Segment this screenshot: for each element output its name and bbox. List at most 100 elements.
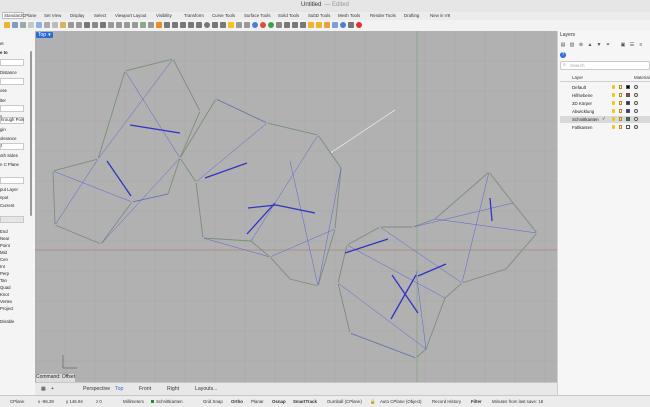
cut-icon[interactable] <box>44 22 50 28</box>
option-through-point[interactable]: hrough Poin <box>1 117 24 122</box>
polyline-icon[interactable] <box>188 22 194 28</box>
help-icon[interactable]: ? <box>560 52 566 58</box>
zoom-window-icon[interactable] <box>116 22 122 28</box>
tab-perspective[interactable]: Perspective <box>83 386 110 392</box>
tab-front[interactable]: Front <box>139 386 151 392</box>
osnap-point[interactable]: Point <box>0 243 10 248</box>
osnap-header[interactable] <box>0 216 24 223</box>
tab-right[interactable]: Right <box>167 386 179 392</box>
osnap-int[interactable]: Int <box>0 264 5 269</box>
redo-icon[interactable] <box>76 22 82 28</box>
planar-toggle[interactable]: Planar <box>251 399 264 404</box>
smarttrack-toggle[interactable]: SmartTrack <box>293 399 317 404</box>
lock-icon[interactable] <box>619 109 622 113</box>
wireframe-icon[interactable] <box>164 22 170 28</box>
option-both-sides[interactable]: oth Sides <box>0 153 18 158</box>
layer-icon[interactable] <box>348 22 354 28</box>
material-icon[interactable] <box>634 109 638 113</box>
tab-mesh-tools[interactable]: Mesh Tools <box>338 13 360 18</box>
copy-icon[interactable] <box>52 22 58 28</box>
layer-color-swatch[interactable] <box>626 109 630 113</box>
arc-icon[interactable] <box>212 22 218 28</box>
osnap-cen[interactable]: Cen <box>0 257 8 262</box>
rectangle-icon[interactable] <box>220 22 226 28</box>
visibility-bulb-icon[interactable] <box>612 109 615 113</box>
export-icon[interactable] <box>36 22 42 28</box>
material-icon[interactable] <box>634 85 638 89</box>
tab-solid-tools[interactable]: Solid Tools <box>278 13 299 18</box>
osnap-near[interactable]: Near <box>0 236 9 241</box>
tab-top[interactable]: Top <box>115 386 123 392</box>
filter-toggle[interactable]: Filter <box>471 399 482 404</box>
distance-field[interactable] <box>0 78 24 85</box>
tab-render-tools[interactable]: Render Tools <box>370 13 396 18</box>
option-input[interactable]: nput <box>0 195 8 200</box>
command-line[interactable]: Command: Offset <box>36 374 76 382</box>
layer-row-faltkanten[interactable]: Faltkanten <box>560 124 650 131</box>
select-icon[interactable] <box>84 22 90 28</box>
visibility-bulb-icon[interactable] <box>612 93 615 97</box>
units-label[interactable]: Millimeters <box>123 399 144 404</box>
print-icon[interactable] <box>20 22 26 28</box>
ungroup-icon[interactable] <box>316 22 322 28</box>
folder-icon[interactable] <box>4 22 10 28</box>
lock-icon[interactable] <box>619 125 622 129</box>
current-layer-check[interactable]: ✓ <box>602 116 606 122</box>
tab-surface-tools[interactable]: Surface Tools <box>244 13 271 18</box>
block-icon[interactable] <box>324 22 330 28</box>
material-icon[interactable] <box>634 93 638 97</box>
explode-icon[interactable] <box>332 22 338 28</box>
tab-set-view[interactable]: Set View <box>44 13 61 18</box>
zoom-extents-icon[interactable] <box>124 22 130 28</box>
layer-name[interactable]: Schnittkanten <box>572 117 599 122</box>
layer-color-swatch[interactable] <box>626 101 630 105</box>
layer-name[interactable]: Faltkanten <box>572 125 593 130</box>
paste-icon[interactable] <box>60 22 66 28</box>
zoom-icon[interactable] <box>108 22 114 28</box>
material-icon[interactable] <box>634 101 638 105</box>
tab-standard[interactable]: Standard <box>2 12 24 19</box>
layer-swatch[interactable] <box>151 399 154 404</box>
tab-visibility[interactable]: Visibility <box>156 13 172 18</box>
tab-curve-tools[interactable]: Curve Tools <box>212 13 235 18</box>
option-field[interactable] <box>0 59 24 66</box>
unfolded-piece-outline-2[interactable] <box>179 98 342 287</box>
options-icon[interactable]: ≡ <box>638 42 644 48</box>
solid-icon[interactable] <box>244 22 250 28</box>
cap-field[interactable] <box>0 177 24 184</box>
material-column-header[interactable]: Material <box>634 75 650 80</box>
osnap-end[interactable]: End <box>0 229 8 234</box>
visibility-bulb-icon[interactable] <box>612 117 615 121</box>
visibility-bulb-icon[interactable] <box>612 125 615 129</box>
sphere-icon[interactable] <box>252 22 258 28</box>
shade-icon[interactable] <box>156 22 162 28</box>
tab-layouts[interactable]: Layouts... <box>195 386 218 392</box>
help-icon[interactable] <box>356 22 362 28</box>
properties-icon[interactable] <box>340 22 346 28</box>
layer-row-abwicklung[interactable]: Abwicklung <box>560 108 650 115</box>
option-distance[interactable]: Distance <box>0 70 17 75</box>
osnap-quad[interactable]: Quad <box>0 285 11 290</box>
tab-display[interactable]: Display <box>70 13 84 18</box>
new-sublayer-icon[interactable]: ▥ <box>569 42 575 48</box>
zoom-selected-icon[interactable] <box>132 22 138 28</box>
cplane-label[interactable]: CPlane <box>10 399 24 404</box>
panel-scrollbar[interactable] <box>30 51 32 216</box>
lock-icon[interactable] <box>619 117 622 121</box>
layer-name[interactable]: Abwicklung <box>572 109 594 114</box>
lock-icon[interactable] <box>619 93 622 97</box>
copy-object-icon[interactable] <box>292 22 298 28</box>
osnap-vertex[interactable]: Vertex <box>0 299 12 304</box>
osnap-disable[interactable]: Disable <box>0 319 14 324</box>
move-down-icon[interactable]: ▼ <box>596 42 602 48</box>
layer-color-swatch[interactable] <box>626 93 630 97</box>
gumball-toggle[interactable]: Gumball (CPlane) <box>327 399 362 404</box>
layer-row-schnittkanten[interactable]: Schnittkanten ✓ <box>560 116 650 123</box>
visibility-bulb-icon[interactable] <box>612 101 615 105</box>
option-in-cplane[interactable]: n C Plane <box>0 162 19 167</box>
material-icon[interactable] <box>634 117 638 121</box>
layer-name[interactable]: 3D Körper <box>572 101 592 106</box>
line-icon[interactable] <box>180 22 186 28</box>
layer-row-hilfsebene[interactable]: Hilfsebene <box>560 92 650 99</box>
lock-icon[interactable] <box>619 101 622 105</box>
